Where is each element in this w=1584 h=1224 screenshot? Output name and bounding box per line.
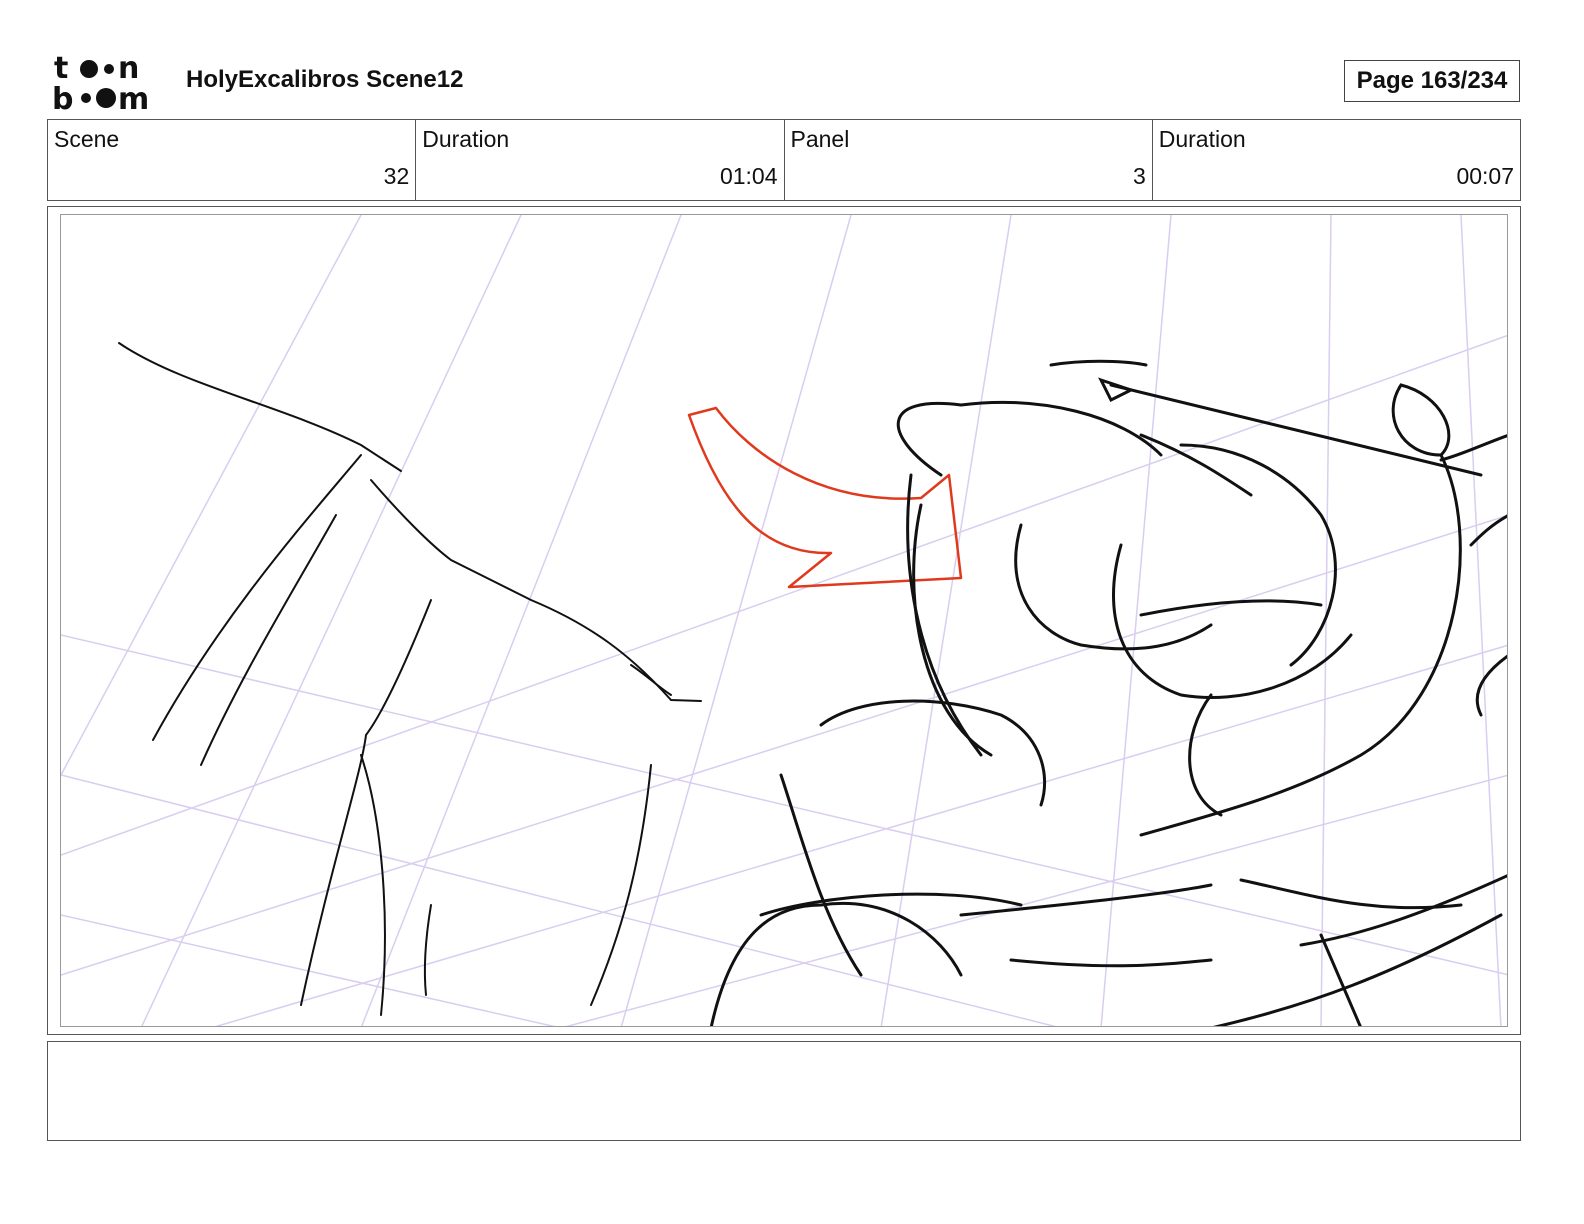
svg-text:n: n [118,52,139,86]
storyboard-panel [47,206,1521,1035]
storyboard-sketch-icon [61,215,1507,1026]
panel-duration-label: Duration [1158,126,1246,152]
scene-cell: Scene 32 [48,120,417,200]
svg-text:b: b [52,82,73,112]
caption-box [47,1041,1521,1141]
panel-duration-value: 00:07 [1456,163,1514,189]
scene-duration-label: Duration [422,126,510,152]
scene-duration-cell: Duration 01:04 [416,120,785,200]
panel-value: 3 [1132,163,1146,189]
project-title: HolyExcalibros Scene12 [186,66,464,93]
page-number: Page 163/234 [1344,60,1520,102]
scene-label: Scene [54,126,120,152]
panel-label: Panel [790,126,850,152]
svg-text:t: t [54,52,68,86]
svg-text:m: m [118,82,149,112]
scene-value: 32 [383,163,410,189]
scene-duration-value: 01:04 [719,163,778,189]
panel-cell: Panel 3 [785,120,1153,200]
panel-duration-cell: Duration 00:07 [1153,120,1520,200]
toonboom-logo-icon: t n b m [52,52,149,112]
panel-image-area [60,214,1508,1027]
panel-info-table: Scene 32 Duration 01:04 Panel 3 Duration… [47,119,1521,201]
